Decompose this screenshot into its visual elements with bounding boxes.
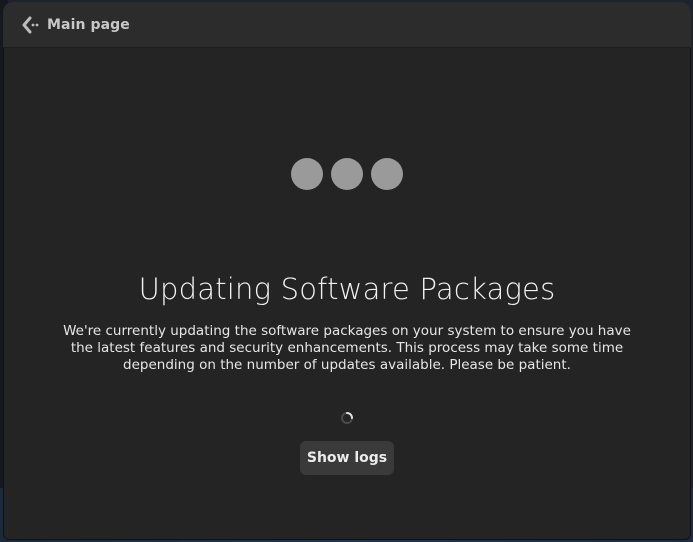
header-bar: Main page	[3, 2, 691, 48]
page-title: Updating Software Packages	[138, 272, 556, 306]
back-arrow-icon	[21, 16, 41, 34]
back-to-main-page-button[interactable]: Main page	[17, 12, 136, 38]
update-window: Main page Updating Software Packages We'…	[3, 2, 691, 540]
spinner-icon	[340, 410, 354, 424]
show-logs-button[interactable]: Show logs	[300, 441, 394, 475]
loading-dot	[371, 158, 403, 190]
loading-dots	[291, 158, 403, 190]
loading-dot	[331, 158, 363, 190]
loading-dot	[291, 158, 323, 190]
back-button-label: Main page	[47, 17, 130, 33]
update-description: We're currently updating the software pa…	[63, 323, 631, 373]
